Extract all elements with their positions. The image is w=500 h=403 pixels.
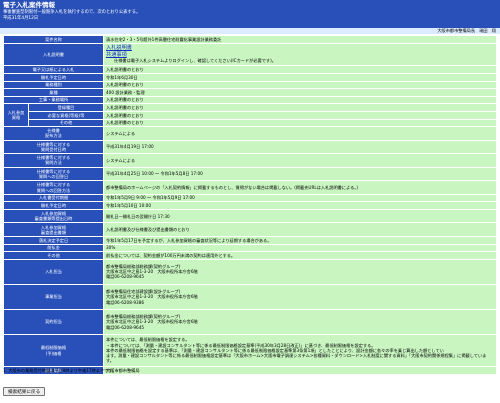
value-line: 電話06-6208-9645 — [106, 324, 145, 330]
table-row: 入札担当 都市整備局総務部総務課(契約グループ) 大阪市北区中之島1-3-20 大阪… — [4, 259, 496, 284]
row-label: 入札書受付期間 — [4, 194, 103, 202]
row-label: 入札説明書 — [4, 43, 103, 66]
row-value: 令和1年5月17日を予定するが、入札参加資格の審査状況等により延期する場合がある… — [104, 237, 496, 244]
row-label: その他 — [4, 252, 103, 259]
row-label: 業種 — [4, 89, 103, 96]
row-value: システムによる — [104, 127, 496, 140]
row-label: 落札決定予定日 — [4, 237, 103, 244]
row-label: 開札予定日時 — [4, 73, 103, 81]
participation-qualification-group-label: 入札参加資格 — [4, 104, 28, 127]
value-line: 電話06-6208-9645 — [106, 274, 145, 280]
table-row: 仕様書等に対する 質問受付日時 平成31年4月19日 17:00 — [4, 140, 496, 154]
row-label: 入札担当 — [4, 259, 103, 284]
row-label: 入札参加資格 審査提出書類 — [4, 223, 103, 237]
row-label: 電子又は紙による入札 — [4, 66, 103, 73]
footnote: 1. 大阪市の業務受付時間は平日9時より午後17時までです。 — [3, 368, 117, 373]
table-row: 入札参加資格 審査書類等提出日時 開札日一開札日の翌開庁日 17:30 — [4, 209, 496, 223]
table-row: 仕様書 配布方法 システムによる — [4, 127, 496, 140]
table-row: 最低制限価格 (予)価格 本件については、最低制限価格を設定する。 ・本件については… — [4, 335, 496, 367]
row-label: 開札予定日時 — [4, 202, 103, 209]
row-value: 都市整備局総務部総務課(契約グループ) 大阪市北区中之島1-3-20 大阪市役所本… — [104, 309, 496, 335]
table-row: 入札参加資格 審査提出書類 入札説明書及び仕様書及び提出書類のとおり — [4, 223, 496, 237]
common-items-link[interactable]: 共通事項 — [106, 52, 127, 58]
row-value: 清水住宅2・3・5号館外1件高層住宅耐震化事業設計業務委託 — [104, 36, 496, 43]
row-label: 工事・業務場所 — [4, 96, 103, 104]
page-title: 電子入札案件情報 — [3, 1, 55, 9]
row-value: 開札日一開札日の翌開庁日 17:30 — [104, 209, 496, 223]
back-to-results-button[interactable]: 検索結果に戻る — [3, 387, 46, 396]
table-row: 入札参加資格 登録種目 入札説明書のとおり — [4, 104, 496, 127]
row-label: 必要な資格(等級)等 — [29, 111, 103, 119]
table-row: 仕様書等に対する 質問への回答日 平成31年4月25日 10:00 ～ 令和1年5… — [4, 167, 496, 181]
row-value: 入札説明書 共通事項 仕様書は電子入札システムよりログインし、確認してください(IC… — [104, 43, 496, 66]
department-line: 大阪市都市整備局長 瑞田 翔 — [0, 28, 500, 34]
table-row: 仕様書等に対する 質問方法 システムによる — [4, 154, 496, 167]
tender-detail-table: 案件名称 清水住宅2・3・5号館外1件高層住宅耐震化事業設計業務委託 入札説明書 入札… — [3, 35, 497, 375]
page-header: 電子入札案件情報 事後審査型制限付一般競争入札を執行するので、次のとおり公表する… — [0, 0, 500, 28]
row-value: 前払金については、契約金額が100万円未満の契約は適用外とする。 — [104, 252, 496, 259]
row-value: 本件については、最低制限価格を設定する。 ・本件については、「測量・建設コンサルタ… — [104, 335, 496, 367]
row-value: 入札説明書のとおり — [104, 119, 496, 127]
row-label: 仕様書 配布方法 — [4, 127, 103, 140]
row-value: 入札説明書のとおり — [104, 111, 496, 119]
row-value: 都市整備局のホームページの「入札契約情報」に掲載するものとし、質問がない場合は掲… — [104, 181, 496, 194]
table-row: 入札書受付期間 令和1年5月9日 9:00 ～ 令和1年5月9日 17:00 — [4, 194, 496, 202]
table-row: 事業担当 都市整備局住宅部建設課(設計グループ) 大阪市北区中之島1-3-20 大阪… — [4, 284, 496, 309]
row-value: システムによる — [104, 154, 496, 167]
row-label: 仕様書等に対する 質問への回答方法 — [4, 181, 103, 194]
table-row: 業種 400 設計業務・監理 — [4, 89, 496, 96]
row-label: 案件名称 — [4, 36, 103, 43]
row-value: 入札説明書及び仕様書及び提出書類のとおり — [104, 223, 496, 237]
value-line: 電話06-6208-9386 — [106, 299, 145, 305]
row-label: 契約担当 — [4, 309, 103, 335]
value-line: ます。測量・建設コンサルタント等に係る最低制限価格設定基準は「大阪市ホーム>大阪… — [106, 353, 487, 364]
header-date: 平成31年4月12日 — [3, 16, 39, 22]
row-label: 事業担当 — [4, 284, 103, 309]
bid-description-link[interactable]: 入札説明書 — [106, 45, 132, 51]
row-label: 仕様書等に対する 質問受付日時 — [4, 140, 103, 154]
table-row: 開札予定日時 令和1年5月10日 10:00 — [4, 202, 496, 209]
row-value: 入札説明書のとおり — [104, 66, 496, 73]
table-row: その他 入札説明書のとおり — [4, 119, 496, 127]
header-description: 事後審査型制限付一般競争入札を執行するので、次のとおり公表する。 — [3, 10, 141, 16]
table-row: 業務種別 入札説明書のとおり — [4, 81, 496, 89]
table-row: 開札予定日時 令和1年6月30日 — [4, 73, 496, 81]
row-value: 令和1年5月9日 9:00 ～ 令和1年5月9日 17:00 — [104, 194, 496, 202]
table-row: 落札決定予定日 令和1年5月17日を予定するが、入札参加資格の審査状況等により延期… — [4, 237, 496, 244]
row-label: 入札参加資格 審査書類等提出日時 — [4, 209, 103, 223]
row-label: 前払金 — [4, 244, 103, 252]
table-row: その他 前払金については、契約金額が100万円未満の契約は適用外とする。 — [4, 252, 496, 259]
row-value: 都市整備局総務部総務課(契約グループ) 大阪市北区中之島1-3-20 大阪市役所本… — [104, 259, 496, 284]
row-value: 30% — [104, 244, 496, 252]
row-value: 平成31年4月25日 10:00 ～ 令和1年5月8日 17:00 — [104, 167, 496, 181]
row-value: 入札説明書のとおり — [104, 104, 496, 111]
row-label: その他 — [29, 119, 103, 127]
row-value: 令和1年6月30日 — [104, 73, 496, 81]
table-row: 契約担当 都市整備局総務部総務課(契約グループ) 大阪市北区中之島1-3-20 大阪… — [4, 309, 496, 335]
row-label: 登録種目 — [29, 104, 103, 111]
table-row: 工事・業務場所 入札説明書のとおり — [4, 96, 496, 104]
table-row: 必要な資格(等級)等 入札説明書のとおり — [4, 111, 496, 119]
row-value: 令和1年5月10日 10:00 — [104, 202, 496, 209]
table-row: 電子又は紙による入札 入札説明書のとおり — [4, 66, 496, 73]
row-value: 大阪市都市整備局 — [104, 367, 496, 374]
row-value: 入札説明書のとおり — [104, 81, 496, 89]
row-value: 平成31年4月19日 17:00 — [104, 140, 496, 154]
row-label: 業務種別 — [4, 81, 103, 89]
row-label: 仕様書等に対する 質問方法 — [4, 154, 103, 167]
row-value: 都市整備局住宅部建設課(設計グループ) 大阪市北区中之島1-3-20 大阪市役所本… — [104, 284, 496, 309]
row-label: 仕様書等に対する 質問への回答日 — [4, 167, 103, 181]
table-row: 案件名称 清水住宅2・3・5号館外1件高層住宅耐震化事業設計業務委託 — [4, 36, 496, 43]
row-label: 最低制限価格 (予)価格 — [4, 335, 103, 367]
table-row: 入札説明書 入札説明書 共通事項 仕様書は電子入札システムよりログインし、確認してくだ… — [4, 43, 496, 66]
docs-note: 仕様書は電子入札システムよりログインし、確認してください(ICカードが必要です)… — [114, 58, 276, 64]
table-row: 前払金 30% — [4, 244, 496, 252]
table-row: 仕様書等に対する 質問への回答方法 都市整備局のホームページの「入札契約情報」に掲… — [4, 181, 496, 194]
row-value: 400 設計業務・監理 — [104, 89, 496, 96]
row-value: 入札説明書のとおり — [104, 96, 496, 104]
